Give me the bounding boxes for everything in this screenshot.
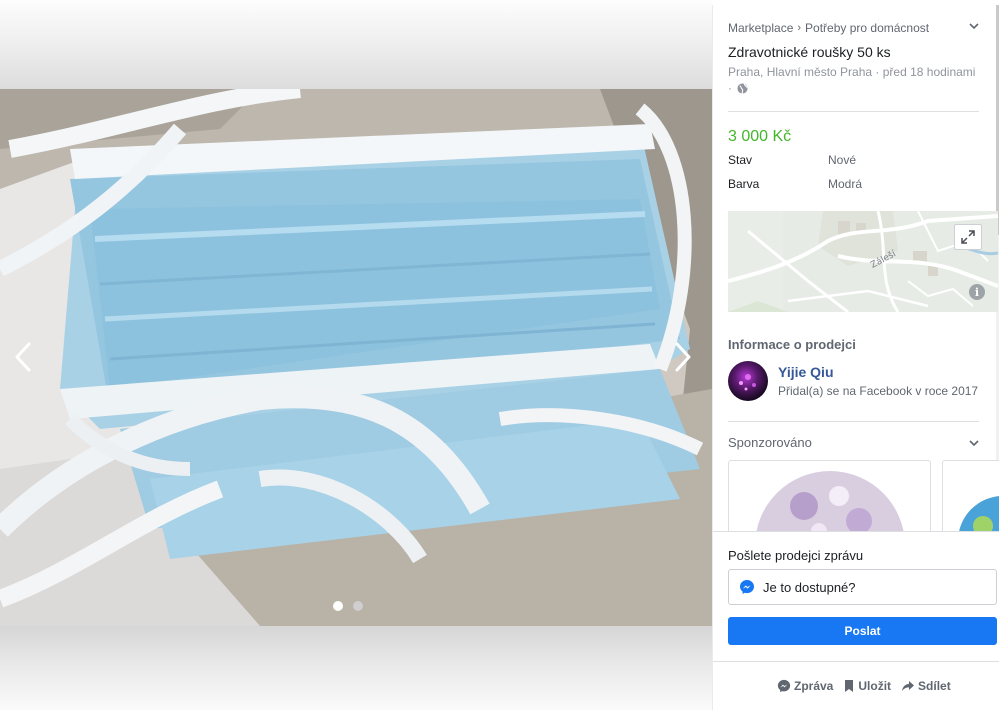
image-dot-1[interactable] <box>333 601 343 611</box>
action-label: Sdílet <box>918 679 951 693</box>
attribute-key: Barva <box>728 177 760 191</box>
divider <box>728 421 979 422</box>
listing-price: 3 000 Kč <box>728 128 792 145</box>
location-map[interactable]: Záleší i <box>728 211 998 312</box>
attribute-value: Modrá <box>828 177 863 191</box>
bookmark-icon <box>845 680 854 692</box>
messenger-icon <box>740 580 754 594</box>
chevron-left-icon <box>15 342 31 372</box>
breadcrumb-separator: › <box>797 22 802 34</box>
divider <box>713 661 999 662</box>
breadcrumb-category[interactable]: Potřeby pro domácnost <box>805 21 929 35</box>
expand-map-button[interactable] <box>954 224 982 250</box>
location-separator: · <box>728 81 732 95</box>
attribute-value: Nové <box>828 153 857 167</box>
seller-avatar[interactable] <box>728 361 768 401</box>
previous-image-button[interactable] <box>8 338 38 376</box>
attribute-row-color: Barva Modrá <box>728 177 968 191</box>
send-button[interactable]: Poslat <box>728 617 997 645</box>
expand-icon <box>961 230 975 244</box>
image-dot-2[interactable] <box>353 601 363 611</box>
action-label: Uložit <box>858 679 892 693</box>
message-label: Pošlete prodejci zprávu <box>728 548 864 563</box>
chevron-right-icon <box>675 342 691 372</box>
message-seller-panel: Pošlete prodejci zprávu Je to dostupné? … <box>713 531 999 710</box>
message-input[interactable]: Je to dostupné? <box>728 569 997 605</box>
image-viewer <box>0 0 712 710</box>
image-pagination <box>333 601 363 611</box>
share-action-button[interactable]: Sdílet <box>901 679 951 693</box>
attribute-row-condition: Stav Nové <box>728 153 968 167</box>
info-icon[interactable]: i <box>969 284 985 300</box>
breadcrumb: Marketplace › Potřeby pro domácnost <box>728 21 983 35</box>
seller-info: Yijie Qiu Přidal(a) se na Facebook v roc… <box>728 361 978 401</box>
divider <box>728 111 979 112</box>
share-icon <box>902 681 915 691</box>
action-label: Zpráva <box>794 679 834 693</box>
message-input-value: Je to dostupné? <box>763 579 856 595</box>
message-action-button[interactable]: Zpráva <box>777 679 833 693</box>
listing-details-panel: Marketplace › Potřeby pro domácnost Zdra… <box>712 5 999 710</box>
listing-location: Praha, Hlavní město Praha · před 18 hodi… <box>728 64 999 96</box>
listing-location-text: Praha, Hlavní město Praha · před 18 hodi… <box>728 65 976 79</box>
seller-joined: Přidal(a) se na Facebook v roce 2017 <box>778 384 979 398</box>
seller-name[interactable]: Yijie Qiu <box>778 364 978 380</box>
save-action-button[interactable]: Uložit <box>843 679 891 693</box>
chevron-down-icon[interactable] <box>969 436 979 450</box>
listing-title: Zdravotnické roušky 50 ks <box>728 44 891 60</box>
globe-icon <box>737 83 748 95</box>
listing-photo <box>0 89 712 626</box>
sponsored-title: Sponzorováno <box>728 435 812 450</box>
chevron-down-icon[interactable] <box>969 19 979 33</box>
action-bar: Zpráva Uložit Sdílet <box>777 679 951 693</box>
next-image-button[interactable] <box>668 338 698 376</box>
attribute-key: Stav <box>728 153 753 167</box>
seller-section-title: Informace o prodejci <box>728 337 856 352</box>
breadcrumb-marketplace[interactable]: Marketplace <box>728 21 793 35</box>
messenger-icon <box>777 679 791 693</box>
